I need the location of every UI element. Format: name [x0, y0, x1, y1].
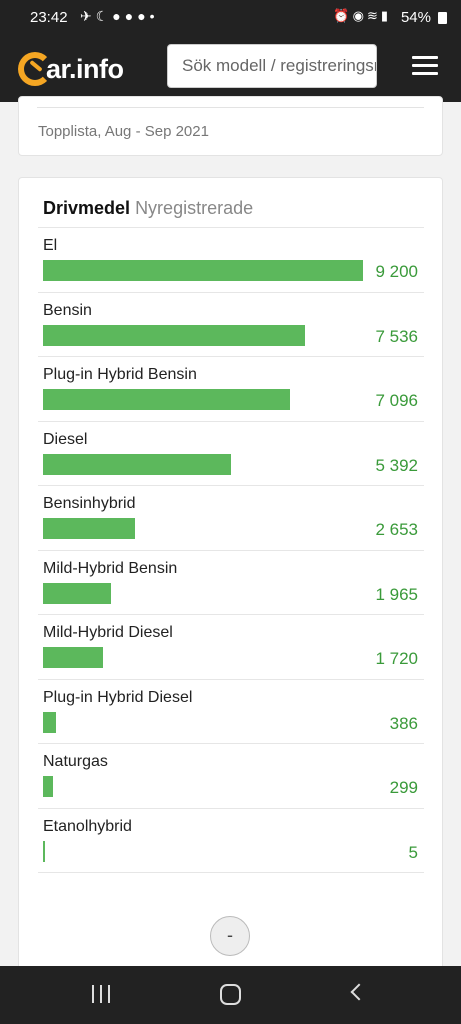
- fuel-value: 5 392: [375, 455, 418, 475]
- hamburger-menu-icon[interactable]: [412, 56, 438, 76]
- fuel-list: El 9 200 Bensin 7 536 Plug-in Hybrid Bensin 7…: [38, 227, 424, 873]
- card-title-main: Drivmedel: [43, 198, 131, 218]
- back-icon[interactable]: [350, 983, 368, 1001]
- home-icon[interactable]: [220, 984, 241, 1005]
- fuel-bar: [43, 260, 363, 281]
- fuel-row: Mild-Hybrid Diesel 1 720: [38, 615, 424, 680]
- fuel-row: Mild-Hybrid Bensin 1 965: [38, 551, 424, 615]
- logo-text: ar.info: [46, 54, 124, 84]
- fuel-row: Bensinhybrid 2 653: [38, 486, 424, 551]
- app-header: ar.info Sök modell / registreringsnummer: [0, 36, 461, 102]
- fuel-type-card: Drivmedel Nyregistrerade El 9 200 Bensin 7 …: [18, 177, 443, 977]
- battery-icon: [438, 12, 447, 24]
- fuel-value: 5: [408, 842, 418, 862]
- fuel-label: Mild-Hybrid Diesel: [43, 624, 173, 641]
- divider: [37, 107, 424, 108]
- fuel-bar: [43, 389, 290, 410]
- fuel-row: Plug-in Hybrid Diesel 386: [38, 680, 424, 744]
- fuel-bar: [43, 518, 135, 539]
- fuel-bar: [43, 840, 45, 862]
- card-title: Drivmedel Nyregistrerade: [43, 198, 253, 219]
- fuel-label: Diesel: [43, 430, 88, 448]
- fuel-row: El 9 200: [38, 228, 424, 293]
- fuel-row: Bensin 7 536: [38, 293, 424, 357]
- notification-icons: ✈☾●●●•: [80, 8, 159, 24]
- recent-apps-icon[interactable]: [92, 985, 112, 1003]
- status-time: 23:42: [30, 9, 68, 26]
- card-title-sub: Nyregistrerade: [135, 198, 254, 218]
- fuel-label: El: [43, 237, 58, 254]
- fuel-value: 299: [389, 778, 418, 797]
- search-input[interactable]: Sök modell / registreringsnummer: [167, 44, 377, 88]
- fuel-row: Plug-in Hybrid Bensin 7 096: [38, 357, 424, 422]
- collapse-button[interactable]: -: [210, 916, 250, 956]
- fuel-label: Plug-in Hybrid Bensin: [43, 366, 197, 383]
- fuel-value: 7 096: [375, 391, 418, 410]
- fuel-bar: [43, 647, 103, 668]
- fuel-value: 1 965: [375, 584, 418, 604]
- android-nav-bar: [0, 966, 461, 1024]
- toplist-subtitle: Topplista, Aug - Sep 2021: [38, 123, 209, 140]
- toplist-card: Topplista, Aug - Sep 2021: [18, 96, 443, 156]
- fuel-label: Naturgas: [43, 753, 108, 770]
- fuel-value: 2 653: [375, 520, 418, 539]
- fuel-bar: [43, 582, 111, 604]
- fuel-row: Naturgas 299: [38, 744, 424, 809]
- fuel-bar: [43, 711, 56, 733]
- fuel-value: 386: [389, 713, 418, 733]
- battery-level: 54%: [400, 9, 431, 26]
- fuel-label: Bensin: [43, 301, 92, 319]
- fuel-label: Bensinhybrid: [43, 495, 136, 512]
- fuel-bar: [43, 453, 231, 475]
- status-bar: 23:42 ✈☾●●●• ⏰◉≋▮ 54%: [0, 0, 461, 36]
- fuel-value: 7 536: [375, 326, 418, 346]
- fuel-value: 1 720: [375, 649, 418, 668]
- fuel-bar: [43, 324, 305, 346]
- fuel-label: Mild-Hybrid Bensin: [43, 559, 178, 577]
- fuel-label: Etanolhybrid: [43, 817, 132, 835]
- fuel-row: Etanolhybrid 5: [38, 809, 424, 873]
- fuel-row: Diesel 5 392: [38, 422, 424, 486]
- fuel-label: Plug-in Hybrid Diesel: [43, 688, 193, 706]
- fuel-bar: [43, 776, 53, 797]
- fuel-value: 9 200: [375, 262, 418, 281]
- system-icons: ⏰◉≋▮: [333, 8, 391, 23]
- car-info-logo[interactable]: ar.info: [18, 52, 138, 88]
